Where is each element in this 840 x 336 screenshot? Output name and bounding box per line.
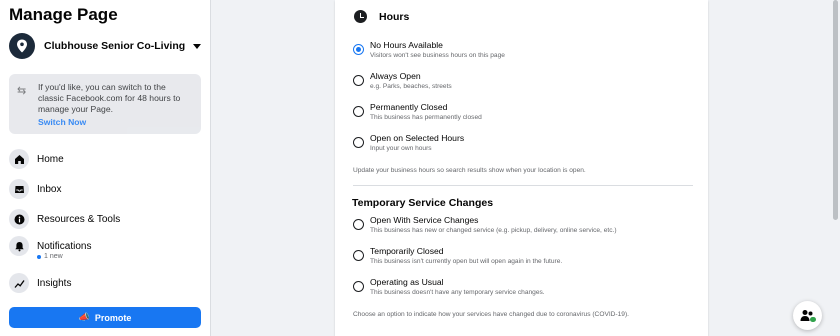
switch-arrows-icon: ⇆ [17,85,27,97]
service-option-open-with-changes[interactable]: Open With Service Changes This business … [353,215,693,239]
service-option-temporarily-closed[interactable]: Temporarily Closed This business isn't c… [353,246,693,270]
temporary-changes-title: Temporary Service Changes [352,197,494,209]
option-label: No Hours Available [370,40,443,50]
page-avatar [9,33,35,59]
option-label: Open on Selected Hours [370,133,465,143]
inbox-icon [9,179,29,199]
bell-icon [9,236,29,256]
hours-note: Update your business hours so search res… [353,167,586,174]
sidebar-item-label: Insights [37,277,72,289]
option-description: Visitors won't see business hours on thi… [370,52,505,59]
switch-notice-text: If you'd like, you can switch to the cla… [38,82,181,114]
scrollbar-thumb[interactable] [833,0,838,220]
hours-option-always-open[interactable]: Always Open e.g. Parks, beaches, streets [353,71,693,95]
info-icon [9,209,29,229]
section-divider [353,185,693,186]
notifications-count: 1 new [37,253,63,260]
radio-button[interactable] [353,281,364,292]
clock-icon [354,10,367,23]
sidebar-item-resources[interactable]: Resources & Tools [9,207,205,231]
sidebar-item-label: Home [37,153,64,165]
promote-button-label: Promote [94,312,132,323]
option-label: Always Open [370,71,421,81]
radio-button[interactable] [353,106,364,117]
hours-option-no-hours[interactable]: No Hours Available Visitors won't see bu… [353,40,693,64]
promote-button[interactable]: 📣 Promote [9,307,201,328]
option-description: e.g. Parks, beaches, streets [370,83,452,90]
radio-button[interactable] [353,75,364,86]
caret-down-icon[interactable] [193,43,201,49]
hours-option-selected-hours[interactable]: Open on Selected Hours Input your own ho… [353,133,693,157]
service-option-operating-as-usual[interactable]: Operating as Usual This business doesn't… [353,277,693,301]
hours-settings-card: Hours No Hours Available Visitors won't … [335,0,708,336]
option-label: Operating as Usual [370,277,444,287]
option-description: This business has new or changed service… [370,227,617,234]
sidebar-title: Manage Page [9,5,118,24]
location-pin-icon [17,39,27,53]
option-label: Permanently Closed [370,102,448,112]
radio-button[interactable] [353,137,364,148]
sidebar-item-insights[interactable]: Insights [9,271,205,295]
hours-header: Hours [354,10,409,23]
sidebar-item-notifications[interactable]: Notifications 1 new [9,235,205,263]
people-icon [800,309,816,322]
page-name: Clubhouse Senior Co-Living [44,40,186,52]
unread-dot [37,254,41,259]
option-label: Open With Service Changes [370,215,479,225]
home-icon [9,149,29,169]
switch-now-link[interactable]: Switch Now [38,117,86,127]
insights-icon [9,273,29,293]
radio-button[interactable] [353,250,364,261]
option-description: This business isn't currently open but w… [370,258,563,265]
sidebar-item-label: Resources & Tools [37,213,121,225]
radio-button[interactable] [353,219,364,230]
service-changes-note: Choose an option to indicate how your se… [353,311,629,318]
classic-switch-notice: ⇆ If you'd like, you can switch to the c… [9,74,201,134]
radio-button-selected[interactable] [353,44,364,55]
notifications-count-text: 1 new [44,253,63,260]
option-description: This business doesn't have any temporary… [370,289,545,296]
sidebar-item-label: Inbox [37,183,62,195]
page-switcher[interactable]: Clubhouse Senior Co-Living [9,32,205,60]
option-description: Input your own hours [370,145,432,152]
sidebar-item-home[interactable]: Home [9,147,205,171]
hours-option-permanently-closed[interactable]: Permanently Closed This business has per… [353,102,693,126]
sidebar-item-inbox[interactable]: Inbox [9,177,205,201]
megaphone-icon: 📣 [78,312,90,322]
option-description: This business has permanently closed [370,114,482,121]
option-label: Temporarily Closed [370,246,444,256]
hours-title: Hours [379,10,410,23]
people-chat-button[interactable] [793,301,822,330]
manage-page-sidebar: Manage Page Clubhouse Senior Co-Living ⇆… [0,0,211,336]
sidebar-item-label: Notifications [37,240,92,252]
